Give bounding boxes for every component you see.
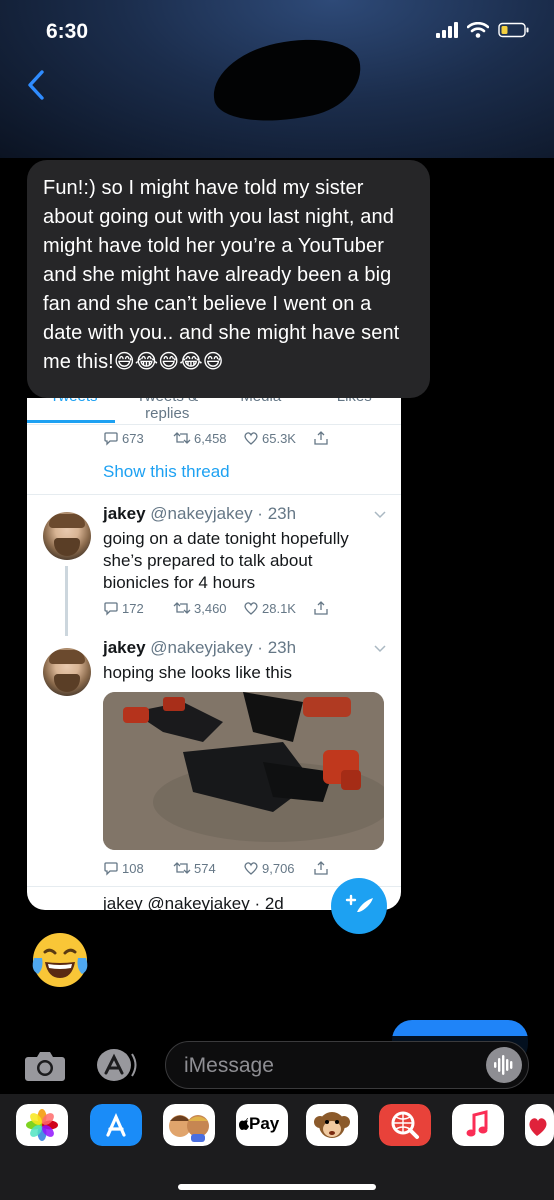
waveform-icon [494, 1055, 513, 1075]
heart-icon [244, 432, 258, 445]
twitter-screenshot-image[interactable]: Tweets Tweets & replies Media Likes 673 … [27, 398, 401, 910]
share-icon [314, 431, 328, 445]
imessage-placeholder: iMessage [184, 1054, 274, 1077]
retweet-icon [173, 862, 191, 874]
reply-count: 108 [103, 860, 173, 876]
chevron-down-icon [374, 645, 386, 653]
thread-connector [65, 566, 68, 636]
tab-media: Media [214, 398, 308, 412]
like-count: 28.1K [243, 600, 313, 616]
divider [27, 494, 401, 495]
bionicle-photo [103, 692, 384, 850]
wifi-icon [467, 22, 489, 38]
tweet-actions: 172 3,460 28.1K [103, 600, 329, 616]
app-store-icon[interactable] [92, 1046, 140, 1084]
profile-tabs: Tweets Tweets & replies Media Likes [27, 398, 402, 422]
status-icons [436, 22, 530, 38]
tweet-actions-top: 673 6,458 65.3K [103, 430, 329, 446]
divider [27, 424, 401, 425]
like-count: 65.3K [243, 430, 313, 446]
imessage-input[interactable]: iMessage [165, 1041, 529, 1089]
incoming-message-text: Fun!:) so I might have told my sister ab… [43, 177, 400, 373]
retweet-count: 6,458 [173, 430, 243, 446]
avatar [43, 648, 91, 696]
home-indicator[interactable] [178, 1184, 376, 1190]
incoming-message-bubble[interactable]: Fun!:) so I might have told my sister ab… [27, 160, 430, 398]
apple-pay-app-icon[interactable]: Pay [236, 1104, 288, 1146]
conversation-header: 6:30 [0, 0, 554, 158]
retweet-count: 3,460 [173, 600, 243, 616]
chevron-down-icon [374, 511, 386, 519]
retweet-icon [173, 602, 191, 614]
heart-app-icon[interactable] [525, 1104, 554, 1146]
tweet-text: hoping she looks like this [103, 663, 293, 682]
music-app-icon[interactable] [452, 1104, 504, 1146]
reply-icon [104, 862, 118, 876]
battery-icon [498, 22, 529, 38]
web-search-app-icon[interactable] [379, 1104, 431, 1146]
back-chevron-icon[interactable] [26, 70, 46, 100]
tab-likes: Likes [308, 398, 402, 412]
reply-icon [104, 602, 118, 616]
share-icon [314, 861, 328, 875]
like-count: 9,706 [243, 860, 313, 876]
monkey-animoji-app-icon[interactable] [306, 1104, 358, 1146]
app-store-app-icon[interactable] [90, 1104, 142, 1146]
camera-icon[interactable] [24, 1050, 66, 1082]
tweet-text: going on a date tonight hopefully she’s … [103, 529, 349, 592]
tears-of-joy-emoji[interactable] [28, 928, 92, 992]
signal-icon [436, 22, 458, 38]
photos-app-icon[interactable] [16, 1104, 68, 1146]
memoji-app-icon[interactable] [163, 1104, 215, 1146]
tweet-actions: 108 574 9,706 [103, 860, 329, 876]
reply-count: 172 [103, 600, 173, 616]
apple-pay-label: Pay [249, 1114, 280, 1133]
reply-count: 673 [103, 430, 173, 446]
compose-plus-icon [345, 894, 373, 912]
reply-icon [104, 432, 118, 446]
tab-tweets-replies: Tweets & replies [136, 398, 198, 422]
retweet-count: 574 [173, 860, 243, 876]
heart-icon [244, 862, 258, 875]
compose-tweet-button [331, 878, 387, 934]
tweet-header: jakey @nakeyjakey · 23h [103, 638, 297, 657]
active-tab-underline [27, 420, 115, 423]
redacted-contact [205, 27, 369, 135]
next-tweet-header: jakey @nakeyjakey · 2d [103, 894, 284, 910]
avatar [43, 512, 91, 560]
tab-tweets: Tweets [27, 398, 121, 412]
show-thread-link: Show this thread [103, 462, 230, 481]
tweet-header: jakey @nakeyjakey · 23h [103, 504, 297, 523]
share-icon [314, 601, 328, 615]
heart-icon [244, 602, 258, 615]
audio-message-button[interactable] [486, 1047, 522, 1083]
apple-logo-icon [239, 1118, 249, 1130]
retweet-icon [173, 432, 191, 444]
tweet-media-image [103, 692, 384, 850]
status-time: 6:30 [46, 20, 89, 43]
